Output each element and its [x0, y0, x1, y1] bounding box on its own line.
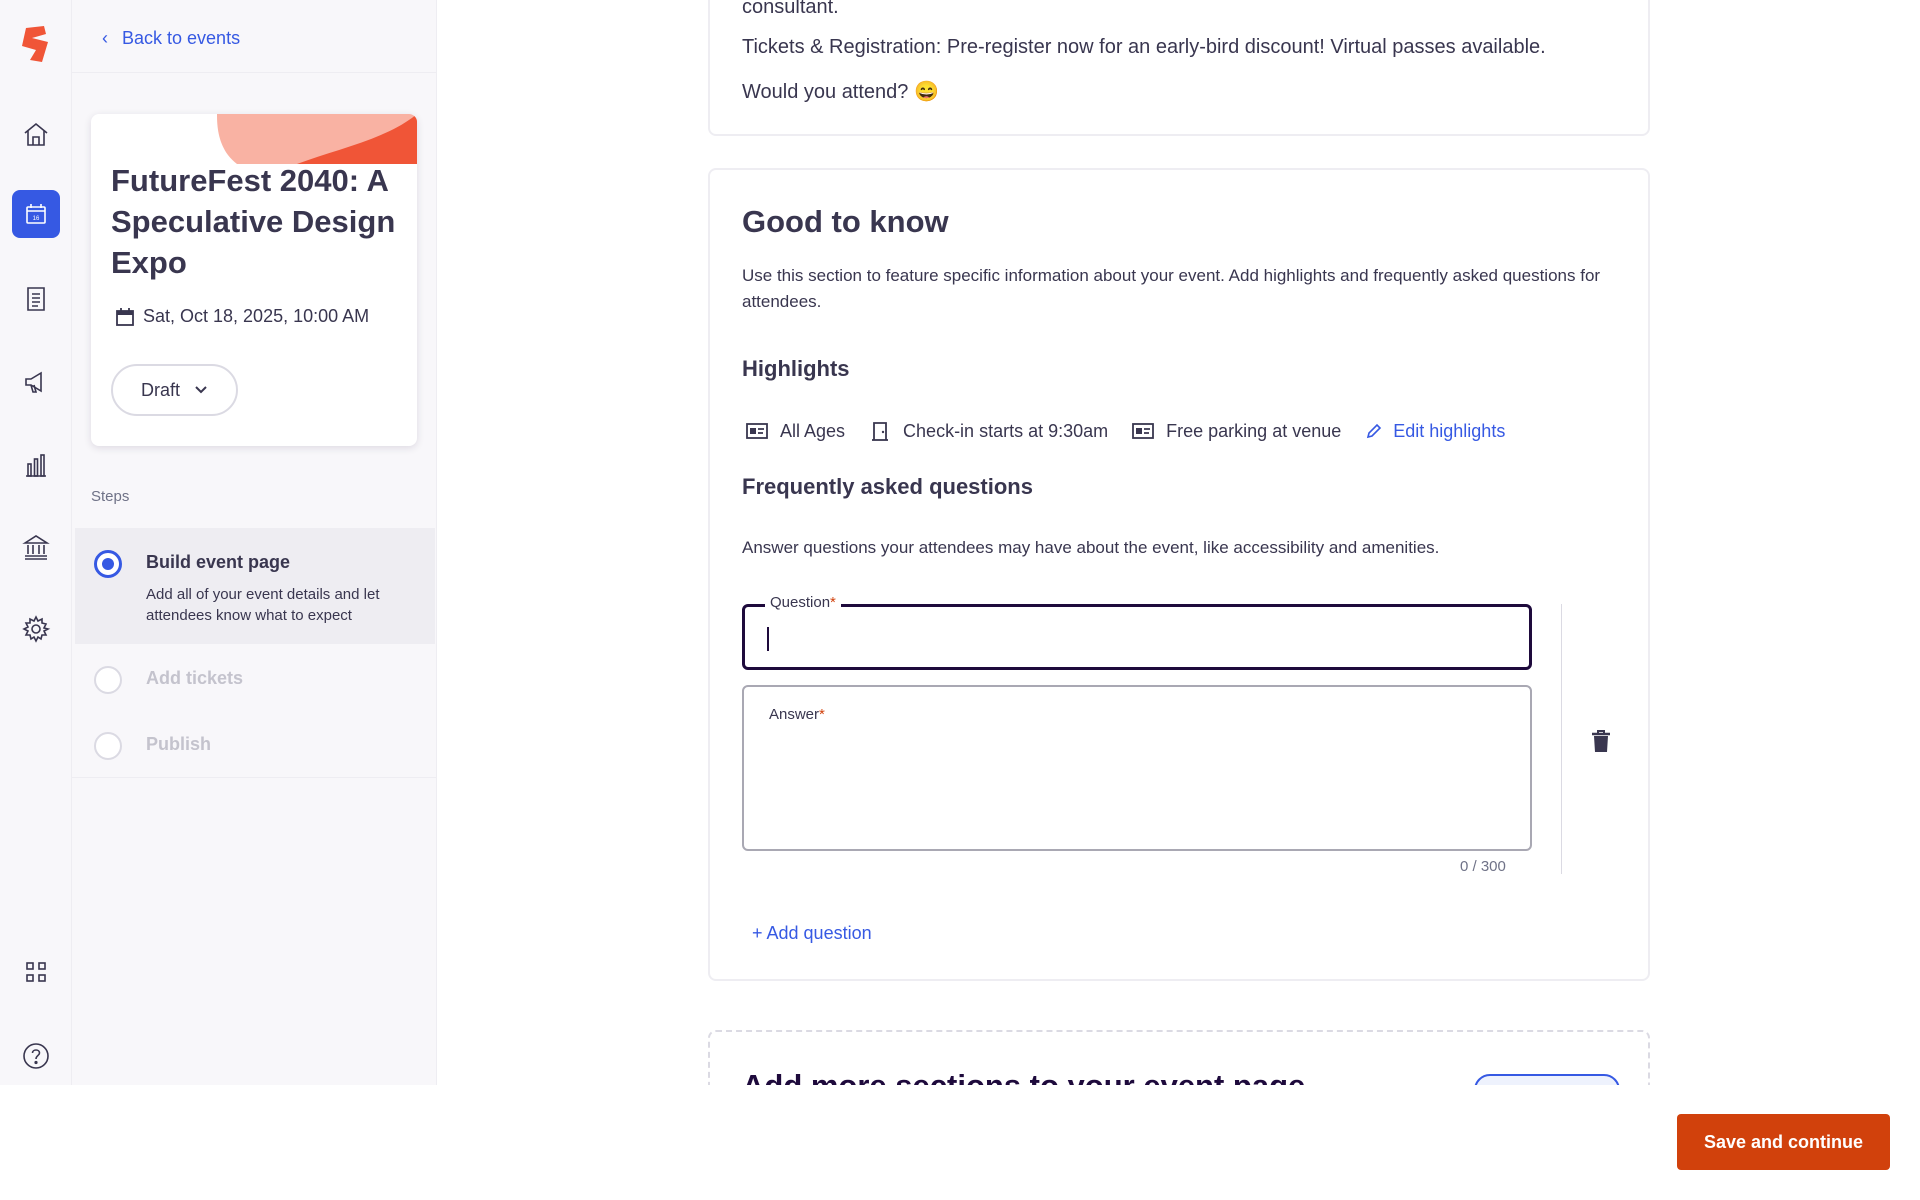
trash-icon[interactable]: [1589, 728, 1613, 754]
event-date: Sat, Oct 18, 2025, 10:00 AM: [115, 306, 369, 327]
faq-title: Frequently asked questions: [742, 474, 1033, 499]
divider: [72, 72, 436, 73]
event-status-dropdown[interactable]: Draft: [111, 364, 238, 416]
main-content: consultant. Tickets & Registration: Pre-…: [438, 0, 1920, 1085]
step-radio-selected: [94, 550, 122, 578]
step-publish[interactable]: Publish: [75, 718, 435, 770]
reports-icon[interactable]: [12, 441, 60, 489]
description-card: consultant. Tickets & Registration: Pre-…: [708, 0, 1650, 136]
marketing-icon[interactable]: [12, 358, 60, 406]
step-title: Build event page: [146, 552, 291, 572]
home-icon[interactable]: [12, 110, 60, 158]
brand-logo-icon[interactable]: [18, 24, 54, 64]
pencil-icon: [1367, 423, 1382, 439]
step-description: Add all of your event details and let at…: [146, 586, 380, 624]
description-text: consultant.: [742, 0, 839, 18]
step-radio: [94, 666, 122, 694]
steps-heading: Steps: [91, 488, 130, 505]
event-date-text: Sat, Oct 18, 2025, 10:00 AM: [143, 306, 370, 326]
footer-bar: Save and continue: [0, 1085, 1920, 1200]
svg-text:16: 16: [33, 216, 40, 222]
card-decoration: [217, 114, 417, 164]
id-card-icon: [746, 423, 768, 439]
event-status-label: Draft: [140, 379, 180, 400]
id-card-icon: [1132, 423, 1155, 439]
highlight-all-ages: All Ages: [746, 420, 845, 442]
step-title: Publish: [146, 734, 212, 754]
door-icon: [872, 422, 889, 441]
step-radio: [94, 732, 122, 760]
calendar-small-icon: [116, 307, 134, 326]
event-summary-card: FutureFest 2040: A Speculative Design Ex…: [91, 114, 417, 446]
icon-rail: 16: [0, 0, 72, 1085]
add-more-sections-card: Add more sections to your event page: [708, 1030, 1650, 1085]
step-add-tickets[interactable]: Add tickets: [75, 652, 435, 704]
divider: [1561, 604, 1562, 874]
divider: [72, 777, 436, 778]
highlight-label: Check-in starts at 9:30am: [903, 420, 1109, 441]
highlight-parking: Free parking at venue: [1132, 420, 1341, 442]
edit-highlights-link[interactable]: Edit highlights: [1365, 421, 1505, 442]
highlights-title: Highlights: [742, 356, 850, 381]
highlight-label: Free parking at venue: [1166, 420, 1342, 441]
description-text: Tickets & Registration: Pre-register now…: [742, 36, 1546, 58]
back-to-events-label: Back to events: [122, 27, 241, 48]
highlight-label: All Ages: [780, 420, 846, 441]
save-and-continue-button[interactable]: Save and continue: [1677, 1114, 1890, 1170]
answer-textarea[interactable]: Answer*: [742, 685, 1532, 851]
chevron-down-icon: [195, 386, 207, 394]
highlights-row: All Ages Check-in starts at 9:30am Free …: [746, 416, 1505, 446]
edit-highlights-label: Edit highlights: [1393, 420, 1506, 441]
add-question-button[interactable]: + Add question: [752, 923, 872, 944]
event-title: FutureFest 2040: A Speculative Design Ex…: [111, 163, 396, 280]
answer-label: Answer*: [764, 706, 830, 723]
chevron-left-icon: ‹: [102, 27, 108, 48]
apps-icon[interactable]: [12, 948, 60, 996]
question-label: Question*: [765, 594, 841, 611]
add-more-sections-title: Add more sections to your event page: [742, 1068, 1305, 1085]
orders-icon[interactable]: [12, 275, 60, 323]
settings-icon[interactable]: [12, 605, 60, 653]
step-build-event-page[interactable]: Build event page Add all of your event d…: [75, 528, 435, 644]
calendar-icon[interactable]: 16: [12, 190, 60, 238]
good-to-know-intro: Use this section to feature specific inf…: [742, 266, 1601, 311]
answer-char-count: 0 / 300: [1460, 858, 1506, 875]
good-to-know-card: Good to know Use this section to feature…: [708, 168, 1650, 981]
help-icon[interactable]: [12, 1032, 60, 1080]
recommended-badge: [1474, 1074, 1620, 1085]
step-title: Add tickets: [146, 668, 244, 688]
highlight-check-in: Check-in starts at 9:30am: [869, 420, 1108, 442]
good-to-know-title: Good to know: [742, 204, 949, 239]
question-input[interactable]: Question*: [742, 594, 1532, 670]
faq-intro: Answer questions your attendees may have…: [742, 538, 1440, 557]
steps-panel: ‹ Back to events FutureFest 2040: A Spec…: [72, 0, 437, 1085]
finance-icon[interactable]: [12, 523, 60, 571]
text-cursor: [767, 627, 769, 651]
description-text: Would you attend? 😄: [742, 81, 939, 103]
back-to-events-link[interactable]: ‹ Back to events: [102, 24, 240, 52]
